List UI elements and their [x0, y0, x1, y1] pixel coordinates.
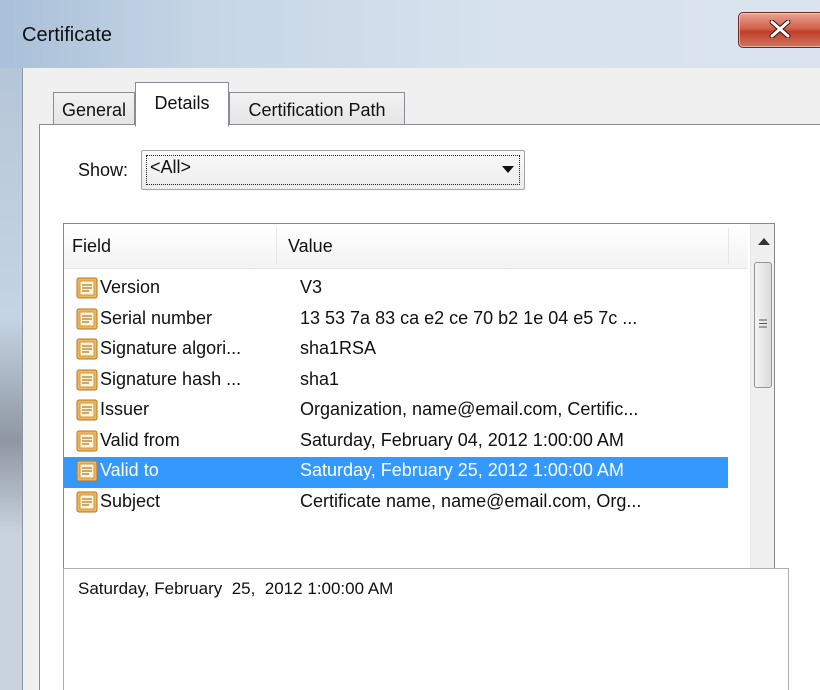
field-value: 13 53 7a 83 ca e2 ce 70 b2 1e 04 e5 7c .… [300, 307, 638, 328]
certificate-field-icon [76, 369, 98, 390]
list-row[interactable]: Issuer Organization, name@email.com, Cert… [64, 396, 728, 427]
certificate-field-icon [76, 491, 98, 512]
field-name: Valid to [100, 460, 159, 480]
field-value: V3 [300, 277, 323, 297]
list-row[interactable]: Version V3 [64, 274, 728, 305]
show-dropdown-value: <All> [150, 157, 192, 177]
certificate-window: Certificate General Details Certificatio… [0, 0, 820, 690]
show-label: Show: [78, 160, 129, 180]
tab-details[interactable]: Details [135, 82, 229, 127]
window-title: Certificate [22, 24, 113, 46]
scroll-up-icon[interactable] [758, 238, 770, 246]
field-name: Version [100, 277, 161, 297]
vertical-scrollbar[interactable] [750, 224, 774, 604]
list-rows: Version V3 Serial number 13 53 7a 83 ca e2 … [64, 274, 748, 518]
field-name: Subject [100, 490, 161, 511]
field-value: Certificate name, name@email.com, Org... [300, 490, 642, 511]
field-value: sha1 [300, 368, 340, 389]
close-icon [769, 20, 791, 38]
scroll-thumb[interactable] [754, 262, 772, 388]
column-header-field[interactable]: Field [72, 224, 111, 268]
field-name: Valid from [100, 429, 180, 450]
field-name: Serial number [100, 307, 213, 328]
field-name: Issuer [100, 399, 150, 419]
field-value-textbox[interactable]: Saturday, February 25, 2012 1:00:00 AM [63, 568, 789, 690]
column-divider[interactable] [728, 228, 729, 264]
field-value: Organization, name@email.com, Certific..… [300, 399, 639, 419]
certificate-field-icon [76, 399, 98, 421]
field-value: Saturday, February 25, 2012 1:00:00 AM [300, 460, 624, 480]
fields-list[interactable]: Field Value Version V3 Serial number 13 53 … [63, 223, 775, 605]
show-dropdown[interactable]: <All> [141, 150, 525, 190]
tab-certification-path[interactable]: Certification Path [229, 92, 405, 126]
chevron-down-icon [502, 166, 514, 173]
dialog-body: General Details Certification Path Show:… [22, 68, 820, 690]
field-name: Signature hash ... [100, 368, 242, 389]
grip-icon [759, 319, 767, 328]
certificate-field-icon [76, 460, 98, 482]
list-row[interactable]: Valid to Saturday, February 25, 2012 1:00… [64, 457, 728, 488]
certificate-field-icon [76, 338, 98, 360]
field-name: Signature algori... [100, 338, 242, 358]
tab-general[interactable]: General [53, 92, 135, 126]
list-row[interactable]: Valid from Saturday, February 04, 2012 1:… [64, 427, 728, 458]
field-value: sha1RSA [300, 338, 377, 358]
field-value-text: Saturday, February 25, 2012 1:00:00 AM [78, 579, 394, 598]
certificate-field-icon [76, 308, 98, 329]
list-header: Field Value [64, 224, 748, 269]
window-border [0, 68, 22, 690]
column-divider[interactable] [276, 228, 277, 264]
certificate-field-icon [76, 430, 98, 451]
list-row[interactable]: Signature hash ... sha1 [64, 366, 728, 397]
close-button[interactable] [738, 12, 820, 48]
column-header-value[interactable]: Value [288, 224, 333, 268]
list-row[interactable]: Signature algori... sha1RSA [64, 335, 728, 366]
list-row[interactable]: Serial number 13 53 7a 83 ca e2 ce 70 b2 … [64, 305, 728, 336]
title-bar[interactable]: Certificate [0, 0, 820, 68]
certificate-field-icon [76, 277, 98, 299]
field-value: Saturday, February 04, 2012 1:00:00 AM [300, 429, 624, 450]
list-row[interactable]: Subject Certificate name, name@email.com,… [64, 488, 728, 519]
focus-rect [146, 155, 520, 185]
